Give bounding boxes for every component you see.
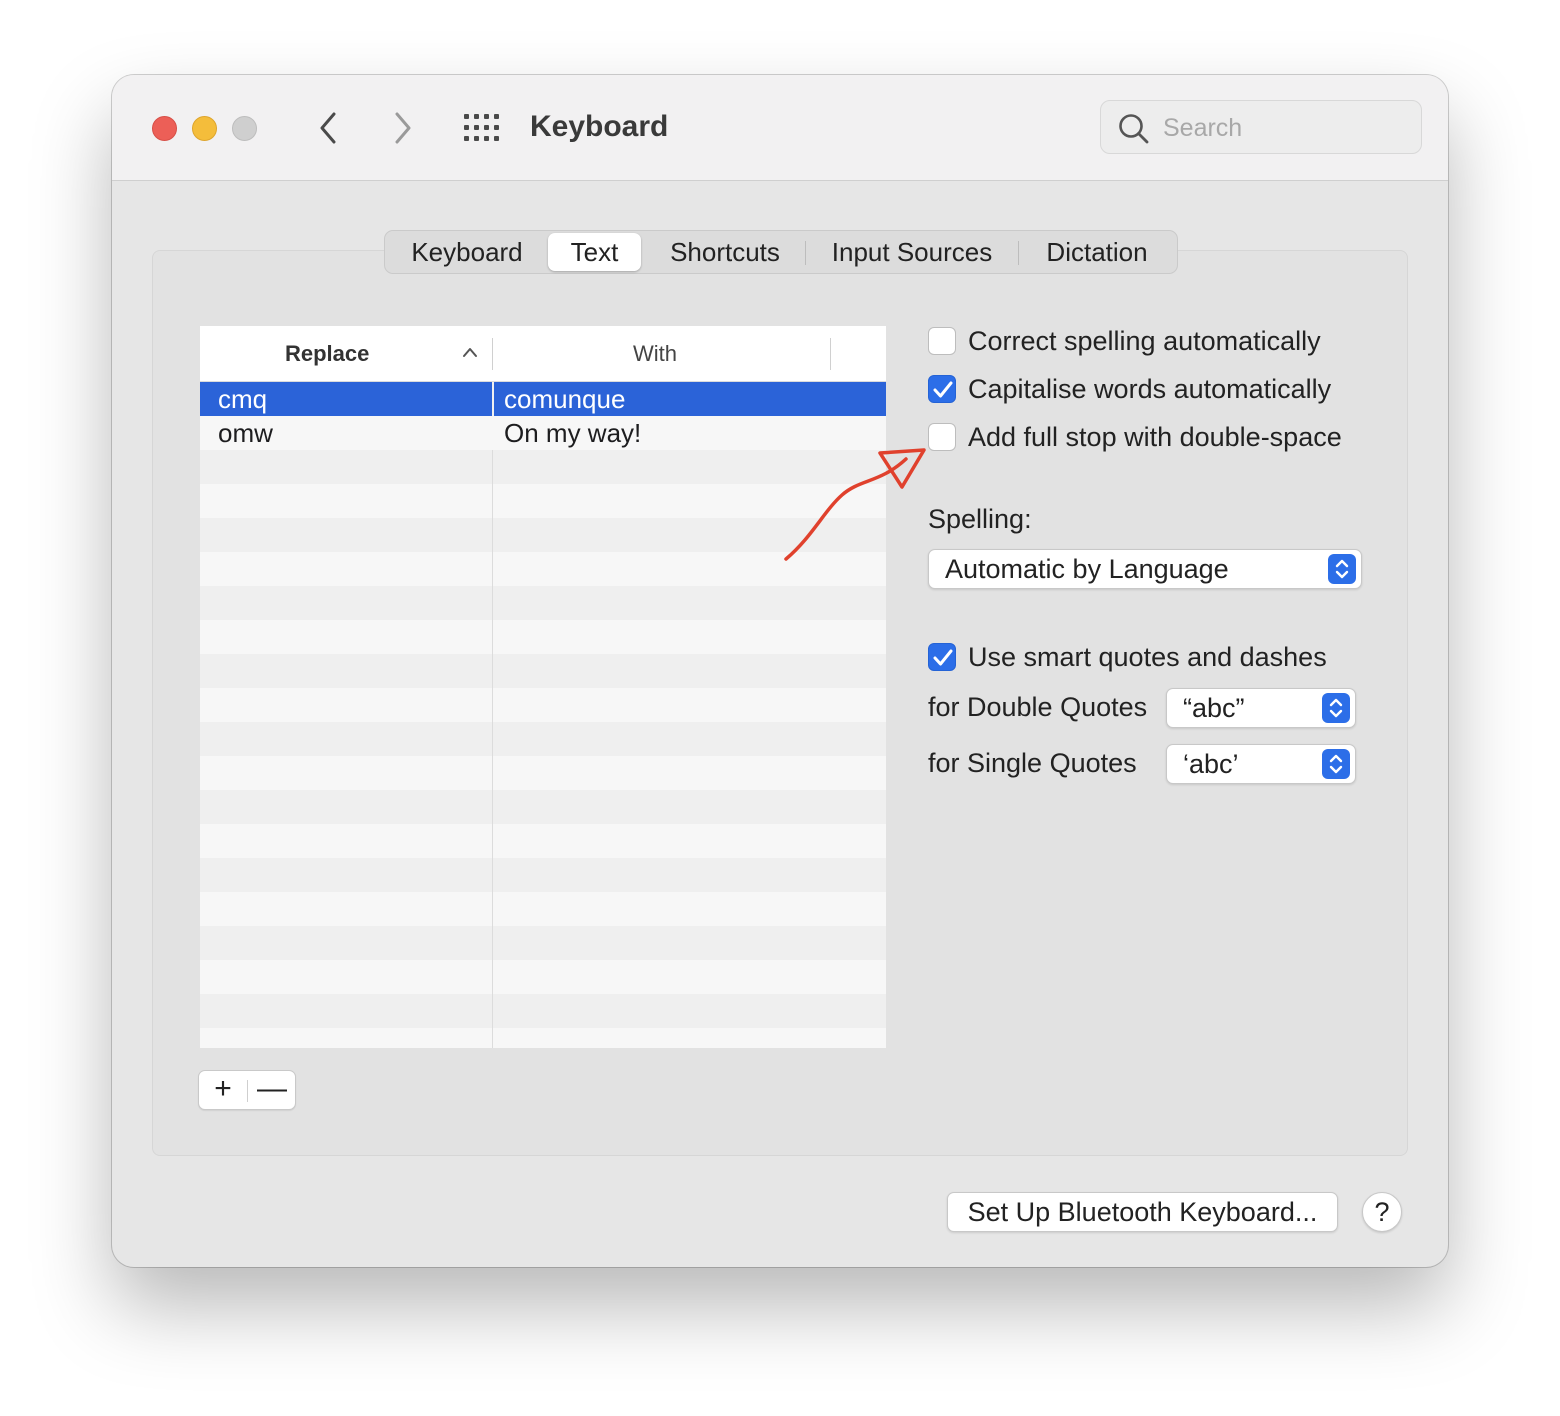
- single-quotes-value: ‘abc’: [1183, 749, 1239, 779]
- with-cell[interactable]: comunque: [504, 382, 625, 416]
- add-button[interactable]: +: [199, 1071, 247, 1109]
- empty-table-row: [200, 858, 886, 892]
- empty-table-row: [200, 654, 886, 688]
- bluetooth-keyboard-button[interactable]: Set Up Bluetooth Keyboard...: [947, 1192, 1338, 1232]
- tab-dictation[interactable]: Dictation: [1022, 233, 1172, 271]
- column-header-with[interactable]: With: [633, 340, 677, 368]
- minimize-button[interactable]: [192, 116, 217, 141]
- column-divider: [492, 338, 493, 370]
- smart-quotes-checkbox[interactable]: [928, 643, 956, 671]
- correct-spelling-label: Correct spelling automatically: [968, 326, 1321, 356]
- full-stop-label: Add full stop with double-space: [968, 422, 1342, 452]
- checkmark-icon: [933, 381, 953, 398]
- tab-keyboard[interactable]: Keyboard: [387, 233, 547, 271]
- forward-button[interactable]: [387, 109, 417, 147]
- spelling-popup[interactable]: Automatic by Language: [928, 549, 1362, 589]
- help-button[interactable]: ?: [1362, 1192, 1402, 1232]
- back-button[interactable]: [314, 109, 344, 147]
- table-header: Replace With: [200, 326, 886, 382]
- title-bar: Keyboard: [112, 75, 1448, 181]
- empty-table-row: [200, 722, 886, 756]
- empty-table-row: [200, 892, 886, 926]
- text-replacement-table[interactable]: Replace With cmq comunque omw On my way!: [200, 326, 886, 1048]
- table-row[interactable]: cmq comunque: [200, 382, 886, 416]
- search-field[interactable]: [1100, 100, 1422, 154]
- empty-table-row: [200, 926, 886, 960]
- remove-button[interactable]: —: [248, 1071, 296, 1109]
- stepper-icon: [1322, 693, 1350, 723]
- single-quotes-popup[interactable]: ‘abc’: [1166, 744, 1356, 784]
- empty-table-row: [200, 960, 886, 994]
- double-quotes-label: for Double Quotes: [928, 692, 1148, 722]
- back-chevron-icon: [320, 112, 336, 144]
- empty-table-row: [200, 484, 886, 518]
- with-cell[interactable]: On my way!: [504, 416, 641, 450]
- tab-separator: [805, 241, 806, 265]
- add-remove-control: + —: [198, 1070, 296, 1110]
- spelling-label: Spelling:: [928, 504, 1032, 534]
- empty-table-row: [200, 620, 886, 654]
- spelling-value: Automatic by Language: [945, 554, 1229, 584]
- empty-table-row: [200, 994, 886, 1028]
- empty-table-row: [200, 756, 886, 790]
- search-icon: [1119, 114, 1149, 144]
- column-divider: [492, 381, 493, 1048]
- column-header-replace[interactable]: Replace: [285, 340, 369, 368]
- grid-icon: [464, 114, 499, 141]
- empty-table-row: [200, 518, 886, 552]
- window-title: Keyboard: [530, 110, 669, 143]
- table-row[interactable]: omw On my way!: [200, 416, 886, 450]
- empty-table-row: [200, 450, 886, 484]
- column-divider: [830, 338, 831, 370]
- capitalise-words-label: Capitalise words automatically: [968, 374, 1332, 404]
- correct-spelling-checkbox[interactable]: [928, 327, 956, 355]
- sort-ascending-icon: [463, 348, 477, 357]
- full-stop-checkbox[interactable]: [928, 423, 956, 451]
- smart-quotes-label: Use smart quotes and dashes: [968, 642, 1327, 672]
- empty-table-row: [200, 1028, 886, 1048]
- empty-table-row: [200, 790, 886, 824]
- tab-text[interactable]: Text: [548, 233, 641, 271]
- empty-table-row: [200, 552, 886, 586]
- empty-table-row: [200, 586, 886, 620]
- replace-cell[interactable]: omw: [218, 416, 273, 450]
- stepper-icon: [1328, 554, 1356, 584]
- capitalise-words-checkbox[interactable]: [928, 375, 956, 403]
- tab-bar: Keyboard Text Shortcuts Input Sources Di…: [384, 230, 1178, 274]
- close-button[interactable]: [152, 116, 177, 141]
- tab-input-sources[interactable]: Input Sources: [809, 233, 1015, 271]
- checkmark-icon: [933, 649, 953, 666]
- forward-chevron-icon: [395, 112, 411, 144]
- column-divider: [492, 382, 494, 416]
- empty-table-row: [200, 824, 886, 858]
- tab-shortcuts[interactable]: Shortcuts: [647, 233, 803, 271]
- show-all-button[interactable]: [462, 111, 502, 145]
- tab-separator: [1018, 241, 1019, 265]
- stepper-icon: [1322, 749, 1350, 779]
- preferences-window: Keyboard Keyboard Text Shortcuts Input S…: [112, 75, 1448, 1267]
- zoom-button: [232, 116, 257, 141]
- double-quotes-value: “abc”: [1183, 693, 1245, 723]
- double-quotes-popup[interactable]: “abc”: [1166, 688, 1356, 728]
- replace-cell[interactable]: cmq: [218, 382, 267, 416]
- single-quotes-label: for Single Quotes: [928, 748, 1137, 778]
- empty-table-row: [200, 688, 886, 722]
- search-input[interactable]: [1161, 109, 1405, 147]
